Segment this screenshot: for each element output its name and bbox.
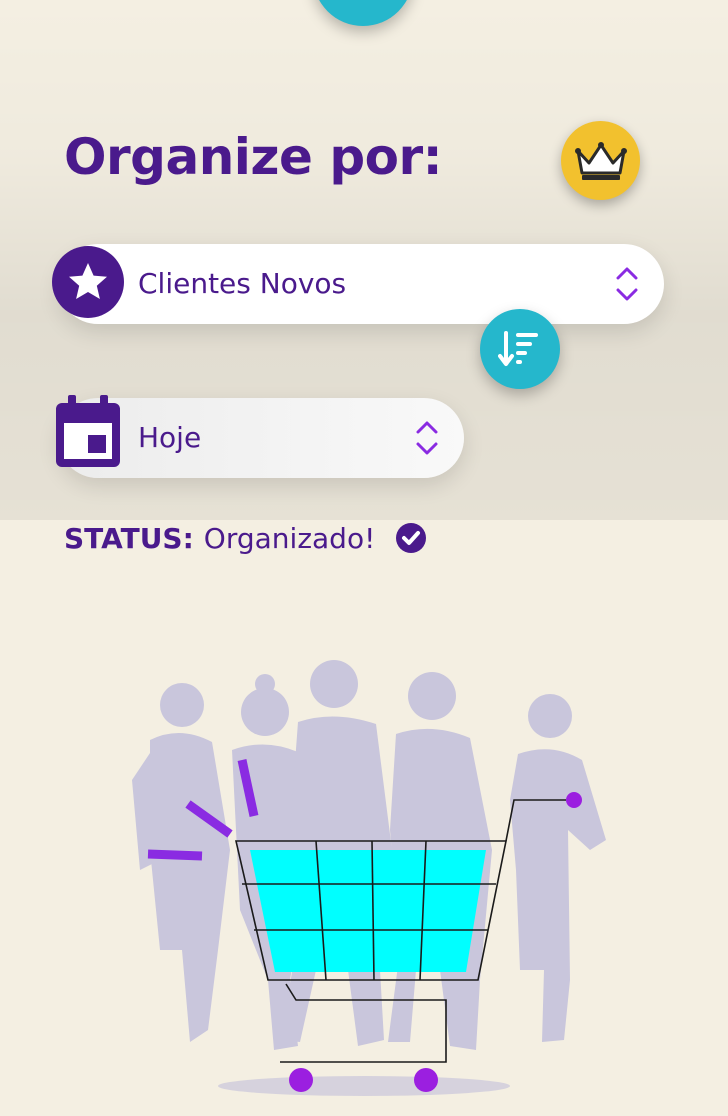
- check-circle-icon: [396, 523, 427, 553]
- top-action-button[interactable]: [313, 0, 413, 26]
- sort-descending-icon: [498, 331, 538, 366]
- chevron-updown-icon: [616, 267, 638, 301]
- sort-criteria-value: Clientes Novos: [138, 267, 347, 300]
- shopping-people-illustration: [132, 660, 606, 1096]
- calendar-icon: [56, 395, 120, 467]
- premium-button[interactable]: [561, 121, 640, 200]
- crown-icon: [574, 141, 627, 180]
- sort-criteria-select[interactable]: Clientes Novos: [58, 244, 664, 324]
- sort-order-button[interactable]: [480, 309, 560, 389]
- date-range-value: Hoje: [138, 421, 202, 454]
- status-label: STATUS:: [64, 521, 194, 555]
- star-icon-badge: [52, 246, 124, 318]
- status-line: STATUS: Organizado!: [64, 520, 427, 556]
- chevron-updown-icon: [416, 421, 438, 455]
- status-value: Organizado!: [203, 521, 376, 555]
- page-title: Organize por:: [64, 128, 443, 186]
- star-icon: [69, 263, 107, 299]
